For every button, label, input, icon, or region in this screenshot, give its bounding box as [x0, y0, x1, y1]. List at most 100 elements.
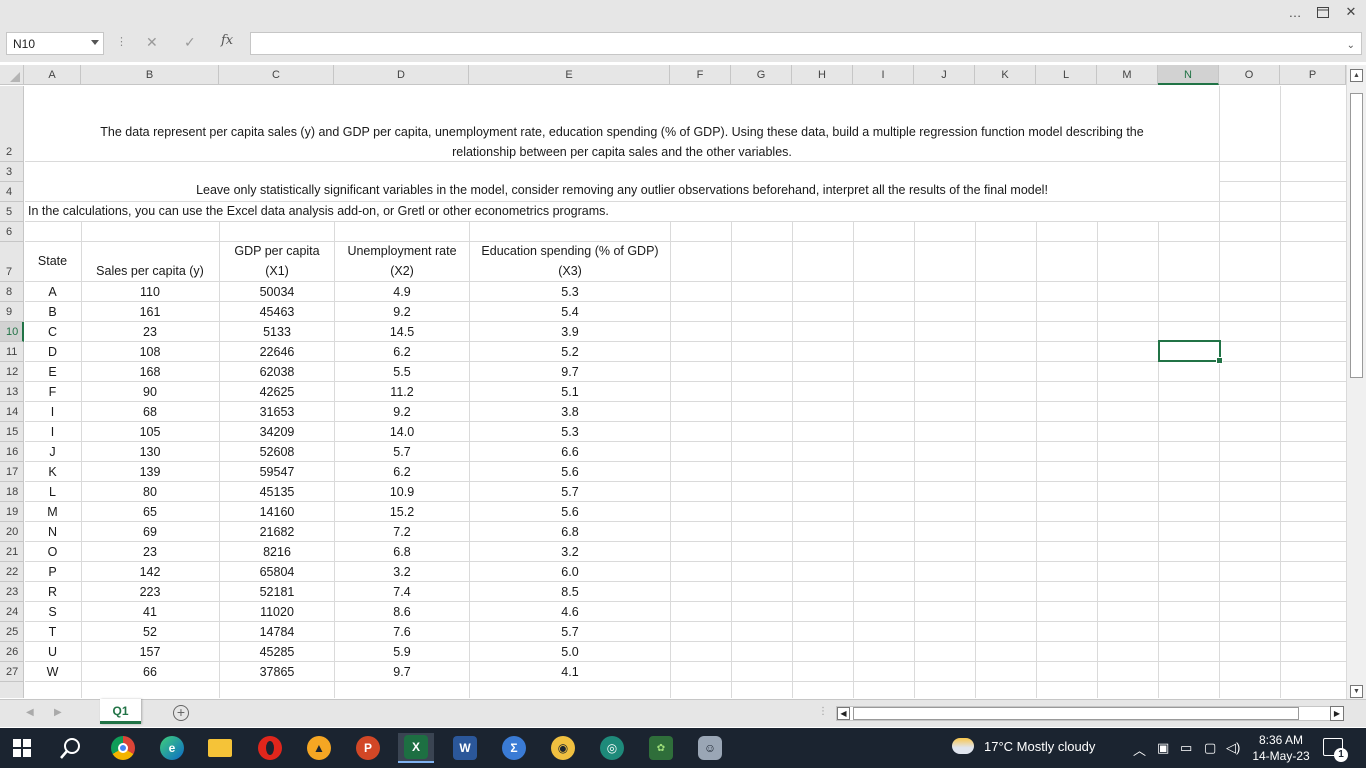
cell-education[interactable]: 5.4 — [470, 305, 670, 319]
row-header-10[interactable]: 10 — [0, 322, 24, 342]
row-header-23[interactable]: 23 — [0, 582, 24, 602]
clock[interactable]: 8:36 AM 14-May-23 — [1246, 732, 1316, 764]
tab-q1[interactable]: Q1 — [100, 699, 141, 724]
column-header-e[interactable]: E — [469, 65, 670, 85]
cell-unemployment[interactable]: 11.2 — [335, 385, 469, 399]
column-header-m[interactable]: M — [1097, 65, 1158, 85]
cell-sales[interactable]: 223 — [81, 585, 219, 599]
edge-icon[interactable]: e — [154, 733, 190, 763]
row-header-21[interactable]: 21 — [0, 542, 24, 562]
calculator-icon[interactable]: Σ — [496, 733, 532, 763]
column-header-c[interactable]: C — [219, 65, 334, 85]
cell-gdp[interactable]: 45135 — [220, 485, 334, 499]
formula-input[interactable]: ⌄ — [250, 32, 1362, 55]
cell-sales[interactable]: 168 — [81, 365, 219, 379]
cell-unemployment[interactable]: 15.2 — [335, 505, 469, 519]
cell-sales[interactable]: 110 — [81, 285, 219, 299]
cell-unemployment[interactable]: 10.9 — [335, 485, 469, 499]
row-header-16[interactable]: 16 — [0, 442, 24, 462]
row-header-25[interactable]: 25 — [0, 622, 24, 642]
row-header-13[interactable]: 13 — [0, 382, 24, 402]
cell-gdp[interactable]: 34209 — [220, 425, 334, 439]
row-header-5[interactable]: 5 — [0, 202, 24, 222]
volume-icon[interactable]: ◁) — [1226, 740, 1240, 756]
cell-unemployment[interactable]: 7.6 — [335, 625, 469, 639]
notification-icon[interactable]: 1 — [1323, 738, 1348, 762]
expand-formula-icon[interactable]: ⌄ — [1347, 40, 1355, 51]
cell-unemployment[interactable]: 6.2 — [335, 465, 469, 479]
excel-icon[interactable]: X — [398, 733, 434, 763]
insert-function-icon[interactable]: fx — [221, 33, 233, 48]
row-header-14[interactable]: 14 — [0, 402, 24, 422]
cell-gdp[interactable]: 59547 — [220, 465, 334, 479]
cell-state[interactable]: P — [25, 565, 80, 579]
cell-gdp[interactable]: 11020 — [220, 605, 334, 619]
cell-gdp[interactable]: 42625 — [220, 385, 334, 399]
close-icon[interactable]: ✕ — [1338, 2, 1364, 22]
cell-education[interactable]: 4.1 — [470, 665, 670, 679]
cell-state[interactable]: M — [25, 505, 80, 519]
vertical-dots-icon[interactable]: ⋮ — [116, 35, 127, 48]
vlc-icon[interactable]: ▲ — [301, 733, 337, 763]
meet-now-icon[interactable]: ▣ — [1157, 740, 1169, 756]
more-options-icon[interactable]: … — [1282, 2, 1308, 22]
cell-sales[interactable]: 130 — [81, 445, 219, 459]
cell-unemployment[interactable]: 7.4 — [335, 585, 469, 599]
cell-unemployment[interactable]: 8.6 — [335, 605, 469, 619]
column-header-h[interactable]: H — [792, 65, 853, 85]
cell-education[interactable]: 5.0 — [470, 645, 670, 659]
row-header-4[interactable]: 4 — [0, 182, 24, 202]
row-header-27[interactable]: 27 — [0, 662, 24, 682]
row-header-20[interactable]: 20 — [0, 522, 24, 542]
cell-gdp[interactable]: 45285 — [220, 645, 334, 659]
column-header-d[interactable]: D — [334, 65, 469, 85]
cell-sales[interactable]: 105 — [81, 425, 219, 439]
cell-gdp[interactable]: 52608 — [220, 445, 334, 459]
cell-state[interactable]: W — [25, 665, 80, 679]
column-header-b[interactable]: B — [81, 65, 219, 85]
cell-sales[interactable]: 52 — [81, 625, 219, 639]
cell-gdp[interactable]: 62038 — [220, 365, 334, 379]
scroll-right-icon[interactable]: ▶ — [1330, 706, 1344, 721]
cell-state[interactable]: U — [25, 645, 80, 659]
cell-unemployment[interactable]: 9.2 — [335, 305, 469, 319]
cell-sales[interactable]: 142 — [81, 565, 219, 579]
cell-state[interactable]: N — [25, 525, 80, 539]
chevron-down-icon[interactable] — [91, 40, 99, 45]
cell-sales[interactable]: 23 — [81, 545, 219, 559]
row-header-8[interactable]: 8 — [0, 282, 24, 302]
cell-gdp[interactable]: 37865 — [220, 665, 334, 679]
select-all-button[interactable] — [0, 65, 24, 85]
cell-sales[interactable]: 139 — [81, 465, 219, 479]
horizontal-scrollbar[interactable]: ◀ — [836, 706, 1344, 721]
row-header-15[interactable]: 15 — [0, 422, 24, 442]
search-icon[interactable] — [53, 733, 89, 763]
vertical-scroll-thumb[interactable] — [1350, 93, 1363, 378]
restore-icon[interactable] — [1310, 2, 1336, 22]
cell-gdp[interactable]: 5133 — [220, 325, 334, 339]
scroll-left-icon[interactable]: ◀ — [837, 707, 850, 720]
cell-sales[interactable]: 90 — [81, 385, 219, 399]
scroll-up-icon[interactable]: ▲ — [1350, 69, 1363, 82]
cell-gdp[interactable]: 45463 — [220, 305, 334, 319]
cell-state[interactable]: R — [25, 585, 80, 599]
cell-unemployment[interactable]: 3.2 — [335, 565, 469, 579]
cell-gdp[interactable]: 52181 — [220, 585, 334, 599]
cell-state[interactable]: C — [25, 325, 80, 339]
cell-education[interactable]: 5.3 — [470, 425, 670, 439]
cell-sales[interactable]: 66 — [81, 665, 219, 679]
cell-education[interactable]: 5.3 — [470, 285, 670, 299]
cell-gdp[interactable]: 14160 — [220, 505, 334, 519]
cell-education[interactable]: 6.0 — [470, 565, 670, 579]
scroll-down-icon[interactable]: ▼ — [1350, 685, 1363, 698]
network-icon[interactable]: ▭ — [1180, 740, 1192, 756]
next-sheet-icon[interactable]: ▶ — [54, 707, 62, 718]
row-header-7[interactable]: 7 — [0, 242, 24, 282]
cell-education[interactable]: 3.9 — [470, 325, 670, 339]
cell-state[interactable]: I — [25, 425, 80, 439]
row-header-19[interactable]: 19 — [0, 502, 24, 522]
cell-gdp[interactable]: 22646 — [220, 345, 334, 359]
cell-state[interactable]: F — [25, 385, 80, 399]
cell-state[interactable]: T — [25, 625, 80, 639]
enter-icon[interactable]: ✓ — [184, 34, 196, 51]
